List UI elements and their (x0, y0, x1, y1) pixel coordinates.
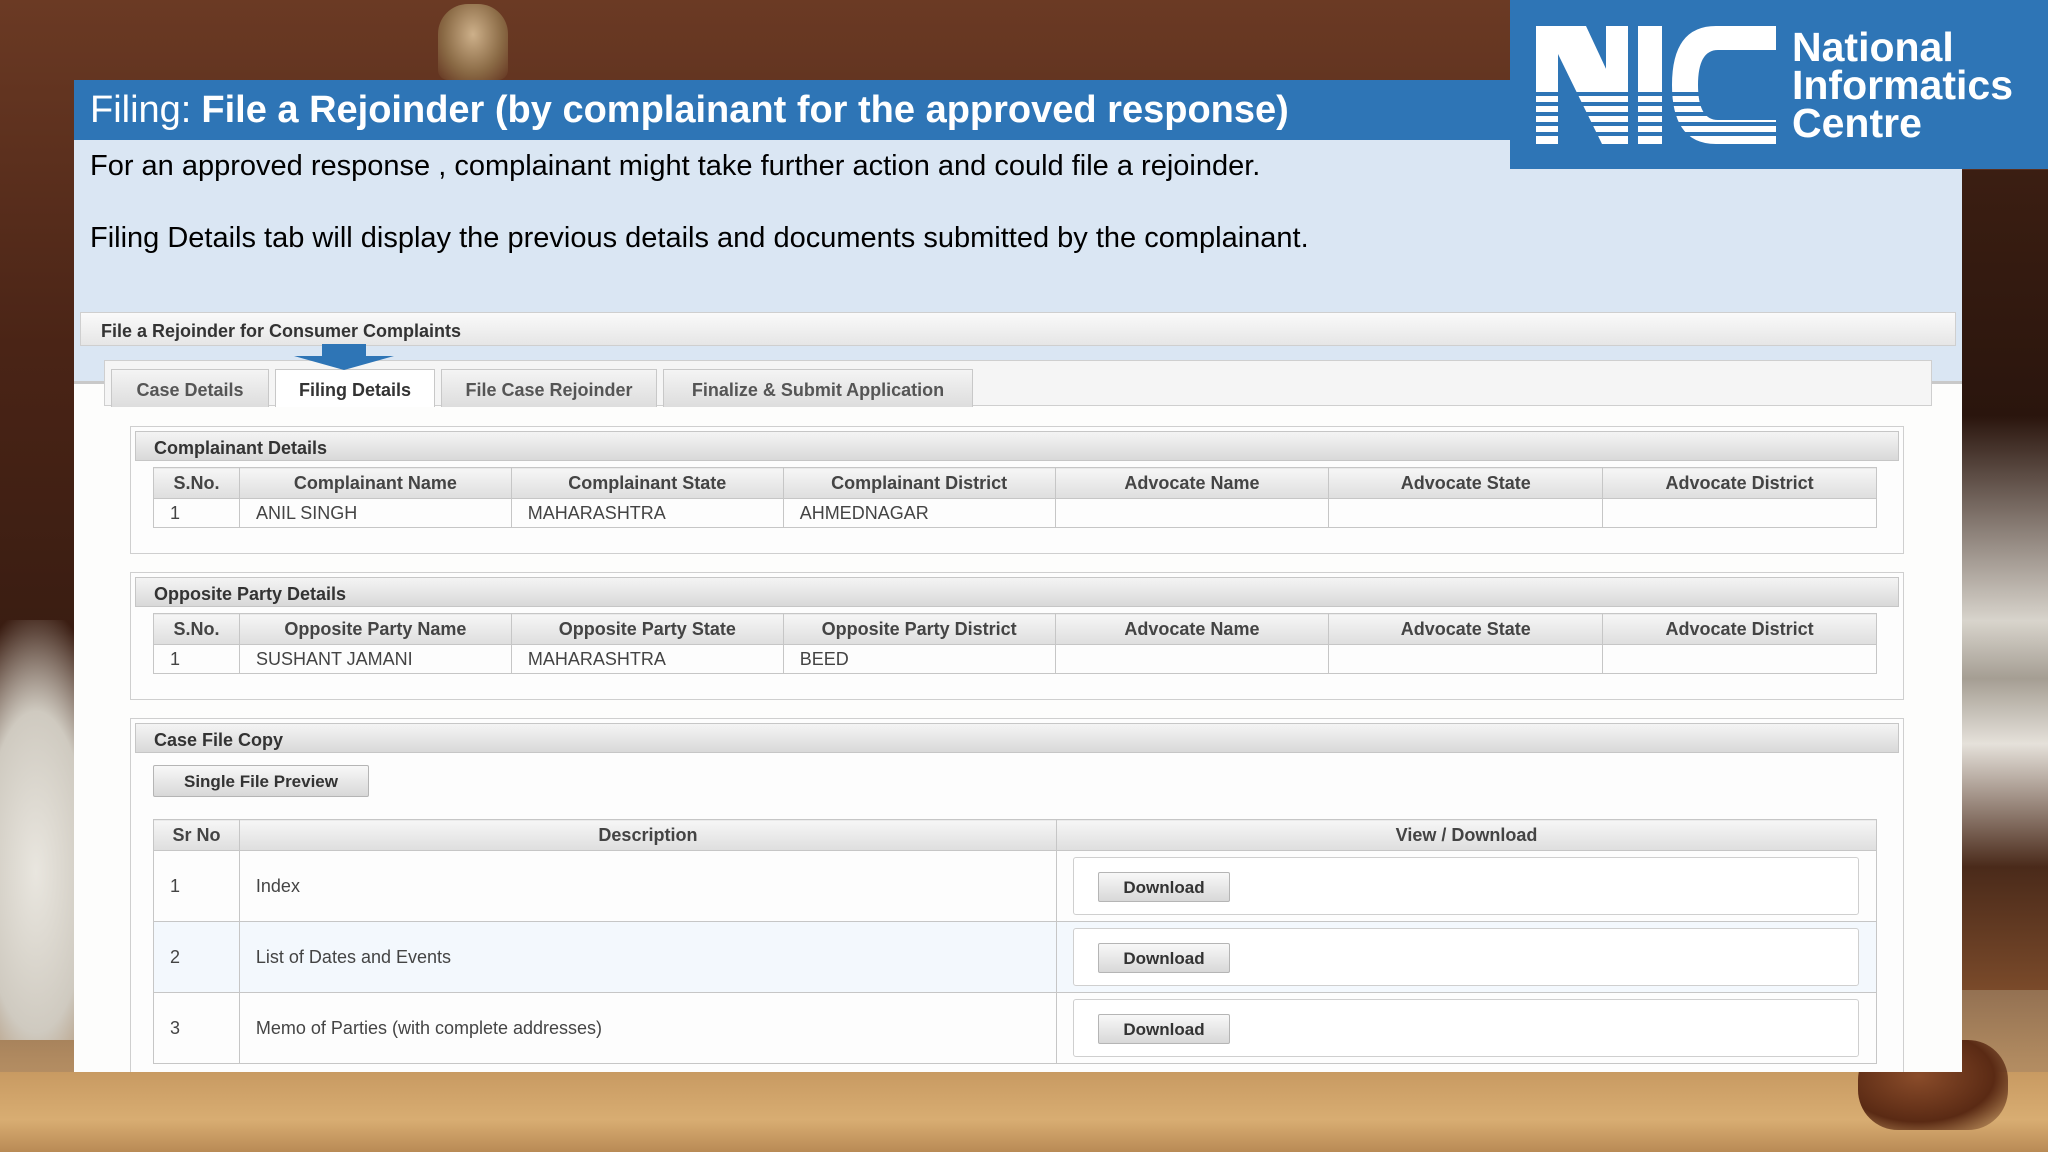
download-cell: Download (1055, 850, 1878, 922)
table-header-row: S.No. Opposite Party Name Opposite Party… (153, 613, 1877, 645)
column-header: Opposite Party State (510, 613, 784, 645)
sr-no-cell: 2 (153, 921, 240, 993)
sr-no-cell: 1 (153, 850, 240, 922)
nic-logo-line-1: National (1792, 23, 1954, 70)
table-cell (1054, 498, 1330, 528)
case-file-copy-legend: Case File Copy (135, 723, 1899, 753)
column-header: Advocate District (1602, 467, 1877, 499)
column-header: Complainant State (510, 467, 784, 499)
form-header: File a Rejoinder for Consumer Complaints (80, 312, 1956, 346)
slide-title-main: File a Rejoinder (by complainant for the… (201, 88, 1289, 131)
column-header: Complainant Name (238, 467, 512, 499)
opposite-party-section: Opposite Party Details S.No. Opposite Pa… (130, 572, 1904, 700)
column-header: Description (238, 819, 1057, 851)
column-header: Complainant District (782, 467, 1056, 499)
table-cell: 1 (153, 644, 240, 674)
background-statue (438, 4, 508, 80)
download-box: Download (1072, 999, 1859, 1057)
table-row: 2 List of Dates and Events Download (153, 921, 1878, 993)
table-cell (1602, 644, 1877, 674)
single-file-preview-button[interactable]: Single File Preview (153, 765, 369, 797)
background-desk (0, 1072, 2048, 1152)
complainant-details-section: Complainant Details S.No. Complainant Na… (130, 426, 1904, 554)
table-cell (1328, 498, 1604, 528)
table-cell (1054, 644, 1330, 674)
column-header: Advocate District (1602, 613, 1877, 645)
description-cell: Index (238, 850, 1057, 922)
table-cell: SUSHANT JAMANI (238, 644, 512, 674)
opposite-party-legend: Opposite Party Details (135, 577, 1899, 607)
table-cell: ANIL SINGH (238, 498, 512, 528)
sr-no-cell: 3 (153, 992, 240, 1064)
column-header: Advocate State (1328, 613, 1604, 645)
download-box: Download (1072, 857, 1859, 915)
tab-filing-details[interactable]: Filing Details (275, 369, 435, 407)
pointer-arrow-icon (294, 356, 394, 370)
download-button[interactable]: Download (1097, 1014, 1230, 1044)
table-row: 1 Index Download (153, 850, 1878, 922)
table-cell (1602, 498, 1877, 528)
tab-file-case-rejoinder[interactable]: File Case Rejoinder (441, 369, 657, 407)
background-books (1962, 170, 2048, 990)
case-file-copy-section: Case File Copy Single File Preview Sr No… (130, 718, 1904, 1072)
nic-logo-mark-icon (1536, 25, 1776, 144)
slide-title-prefix: Filing: (90, 88, 192, 131)
table-row: 1 SUSHANT JAMANI MAHARASHTRA BEED (153, 644, 1877, 674)
download-button[interactable]: Download (1097, 872, 1230, 902)
column-header: Advocate Name (1054, 467, 1330, 499)
nic-logo-line-3: Centre (1792, 99, 1922, 146)
table-cell: 1 (153, 498, 240, 528)
column-header: Sr No (153, 819, 240, 851)
column-header: S.No. (153, 613, 240, 645)
description-cell: Memo of Parties (with complete addresses… (238, 992, 1057, 1064)
table-cell: BEED (782, 644, 1056, 674)
table-cell: MAHARASHTRA (510, 644, 784, 674)
download-cell: Download (1055, 921, 1878, 993)
column-header: Advocate State (1328, 467, 1604, 499)
column-header: Advocate Name (1054, 613, 1330, 645)
column-header: Opposite Party Name (238, 613, 512, 645)
table-row: 3 Memo of Parties (with complete address… (153, 992, 1878, 1064)
download-cell: Download (1055, 992, 1878, 1064)
opposite-party-table: S.No. Opposite Party Name Opposite Party… (153, 613, 1877, 674)
column-header: View / Download (1055, 819, 1878, 851)
column-header: Opposite Party District (782, 613, 1056, 645)
tab-finalize-submit[interactable]: Finalize & Submit Application (663, 369, 973, 407)
download-button[interactable]: Download (1097, 943, 1230, 973)
description-cell: List of Dates and Events (238, 921, 1057, 993)
complainant-details-legend: Complainant Details (135, 431, 1899, 461)
download-box: Download (1072, 928, 1859, 986)
nic-logo: National Informatics Centre (1510, 0, 2048, 169)
table-row: 1 ANIL SINGH MAHARASHTRA AHMEDNAGAR (153, 498, 1877, 528)
nic-logo-text: National Informatics Centre (1792, 23, 2013, 146)
table-header-row: S.No. Complainant Name Complainant State… (153, 467, 1877, 499)
case-file-table: Sr No Description View / Download 1 Inde… (153, 819, 1878, 1064)
tab-case-details[interactable]: Case Details (111, 369, 269, 407)
complainant-table: S.No. Complainant Name Complainant State… (153, 467, 1877, 528)
nic-logo-line-2: Informatics (1792, 61, 2013, 108)
table-header-row: Sr No Description View / Download (153, 819, 1878, 851)
intro-line-2: Filing Details tab will display the prev… (90, 222, 1309, 254)
slide-panel: Filing: File a Rejoinder (by complainant… (74, 80, 1962, 1072)
table-cell: MAHARASHTRA (510, 498, 784, 528)
table-cell (1328, 644, 1604, 674)
table-cell: AHMEDNAGAR (782, 498, 1056, 528)
column-header: S.No. (153, 467, 240, 499)
